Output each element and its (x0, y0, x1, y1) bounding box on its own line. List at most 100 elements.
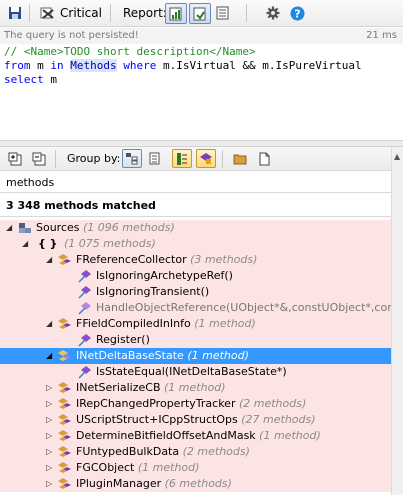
tree-node-label: IPluginManager (6 methods) (76, 477, 232, 490)
gear-icon[interactable] (265, 5, 281, 21)
tree-row-type[interactable]: ▷ IRepChangedPropertyTracker (2 methods) (0, 396, 391, 412)
code-identifier: m (30, 59, 51, 72)
expand-all-icon[interactable] (7, 151, 23, 167)
virtual-method-icon (78, 333, 92, 347)
class-icon (58, 253, 72, 267)
tree-row-method[interactable]: IsIgnoringTransient() (0, 284, 391, 300)
group-by-type-icon[interactable] (172, 149, 192, 168)
critical-rule-icon[interactable] (40, 5, 56, 21)
virtual-method-icon (78, 285, 92, 299)
namespace-icon: { } (38, 237, 58, 250)
toolbar-divider (29, 4, 30, 22)
keyword-in: in (50, 59, 64, 72)
tree-row-type[interactable]: ▷ IPluginManager (6 methods) (0, 476, 391, 492)
tree-node-label: DetermineBitfieldOffsetAndMask (1 method… (76, 429, 321, 442)
elapsed-time: 21 ms (366, 30, 397, 41)
match-count-row: 3 348 methods matched (0, 193, 391, 217)
tree-row-type[interactable]: ▷ FGCObject (1 method) (0, 460, 391, 476)
interface-icon (58, 477, 72, 491)
expand-arrow-icon[interactable]: ▷ (46, 463, 54, 472)
expand-arrow-icon[interactable]: ▷ (46, 431, 54, 440)
class-icon (58, 429, 72, 443)
match-count-text: 3 348 methods matched (6, 199, 156, 212)
expand-arrow-icon[interactable]: ▷ (46, 383, 54, 392)
tree-row-namespace[interactable]: ◢ { } (1 075 methods) (0, 236, 391, 252)
report-list-icon[interactable] (215, 5, 231, 21)
tree-row-method[interactable]: Register() (0, 332, 391, 348)
tree-node-label: Sources (1 096 methods) (36, 221, 175, 234)
keyword-from: from (4, 59, 31, 72)
column-header-label: methods (6, 176, 55, 189)
code-line-1: // <Name>TODO short description</Name> (4, 45, 403, 59)
tree-row-method[interactable]: HandleObjectReference(UObject*&,constUOb… (0, 300, 391, 316)
report-chart-icon[interactable] (165, 3, 187, 24)
code-line-2: from m in Methods where m.IsVirtual && m… (4, 59, 403, 73)
results-column-header[interactable]: methods (0, 171, 391, 193)
vertical-scrollbar[interactable]: ▲ (391, 147, 403, 495)
class-icon (58, 397, 72, 411)
pane-splitter[interactable] (0, 140, 403, 147)
tree-row-method[interactable]: IsIgnoringArchetypeRef() (0, 268, 391, 284)
expand-arrow-icon[interactable]: ▷ (46, 447, 54, 456)
results-toolbar: Group by: (0, 147, 403, 171)
tree-node-label: FUntypedBulkData (2 methods) (76, 445, 250, 458)
class-icon (58, 461, 72, 475)
query-status-bar: The query is not persisted! 21 ms (0, 28, 403, 44)
tree-node-label: IsIgnoringTransient() (96, 285, 210, 298)
code-comment: // <Name>TODO short description</Name> (4, 45, 256, 58)
virtual-method-icon (78, 365, 92, 379)
tree-node-label: FFieldCompiledInInfo (1 method) (76, 317, 256, 330)
code-line-3: select m (4, 73, 403, 87)
tree-node-label: INetDeltaBaseState (1 method) (76, 349, 249, 362)
tree-node-label: UScriptStruct+ICppStructOps (27 methods) (76, 413, 316, 426)
class-icon (58, 317, 72, 331)
group-by-label: Group by: (67, 152, 121, 165)
tree-node-label: IRepChangedPropertyTracker (2 methods) (76, 397, 307, 410)
group-by-namespace-icon[interactable] (148, 151, 164, 167)
class-icon (58, 381, 72, 395)
tree-node-label: HandleObjectReference(UObject*&,constUOb… (96, 301, 391, 314)
save-icon[interactable] (7, 5, 23, 21)
tree-row-type[interactable]: ▷ DetermineBitfieldOffsetAndMask (1 meth… (0, 428, 391, 444)
scroll-up-arrow-icon[interactable]: ▲ (394, 152, 400, 161)
main-toolbar: Critical Report: ? (0, 0, 403, 27)
expand-arrow-icon[interactable]: ▷ (46, 399, 54, 408)
tree-row-method[interactable]: IsStateEqual(INetDeltaBaseState*) (0, 364, 391, 380)
tree-node-label: FGCObject (1 method) (76, 461, 200, 474)
tree-row-type[interactable]: ◢ FReferenceCollector (3 methods) (0, 252, 391, 268)
collapse-all-icon[interactable] (31, 151, 47, 167)
group-by-members-icon[interactable] (196, 149, 216, 168)
tree-row-type[interactable]: ▷ INetSerializeCB (1 method) (0, 380, 391, 396)
tree-node-label: IsIgnoringArchetypeRef() (96, 269, 233, 282)
tree-row-type[interactable]: ▷ UScriptStruct+ICppStructOps (27 method… (0, 412, 391, 428)
report-label: Report: (123, 6, 167, 20)
collapse-arrow-icon[interactable]: ◢ (46, 255, 54, 264)
collapse-arrow-icon[interactable]: ◢ (46, 351, 54, 360)
collapse-arrow-icon[interactable]: ◢ (6, 223, 14, 232)
virtual-method-icon (78, 301, 92, 315)
interface-icon (58, 349, 72, 363)
tree-row-type-selected[interactable]: ◢ INetDeltaBaseState (1 method) (0, 348, 391, 364)
expand-arrow-icon[interactable]: ▷ (46, 415, 54, 424)
file-icon[interactable] (256, 151, 272, 167)
tree-row-type[interactable]: ▷ FUntypedBulkData (2 methods) (0, 444, 391, 460)
keyword-select: select (4, 73, 44, 86)
group-by-assembly-icon[interactable] (122, 149, 142, 168)
report-export-icon[interactable] (189, 3, 211, 24)
toolbar-divider (55, 150, 56, 168)
collapse-arrow-icon[interactable]: ◢ (46, 319, 54, 328)
code-condition: m.IsVirtual && m.IsPureVirtual (162, 59, 362, 72)
help-icon[interactable]: ? (289, 5, 305, 21)
status-message: The query is not persisted! (4, 30, 139, 41)
critical-label[interactable]: Critical (60, 6, 102, 20)
expand-arrow-icon[interactable]: ▷ (46, 479, 54, 488)
svg-text:?: ? (294, 7, 300, 20)
query-editor[interactable]: // <Name>TODO short description</Name> f… (0, 44, 403, 140)
tree-row-sources[interactable]: ◢ Sources (1 096 methods) (0, 220, 391, 236)
folder-icon[interactable] (232, 151, 248, 167)
tree-row-type[interactable]: ◢ FFieldCompiledInInfo (1 method) (0, 316, 391, 332)
code-identifier: m (43, 73, 57, 86)
collapse-arrow-icon[interactable]: ◢ (22, 239, 30, 248)
tree-node-label: INetSerializeCB (1 method) (76, 381, 226, 394)
toolbar-divider (222, 150, 223, 168)
